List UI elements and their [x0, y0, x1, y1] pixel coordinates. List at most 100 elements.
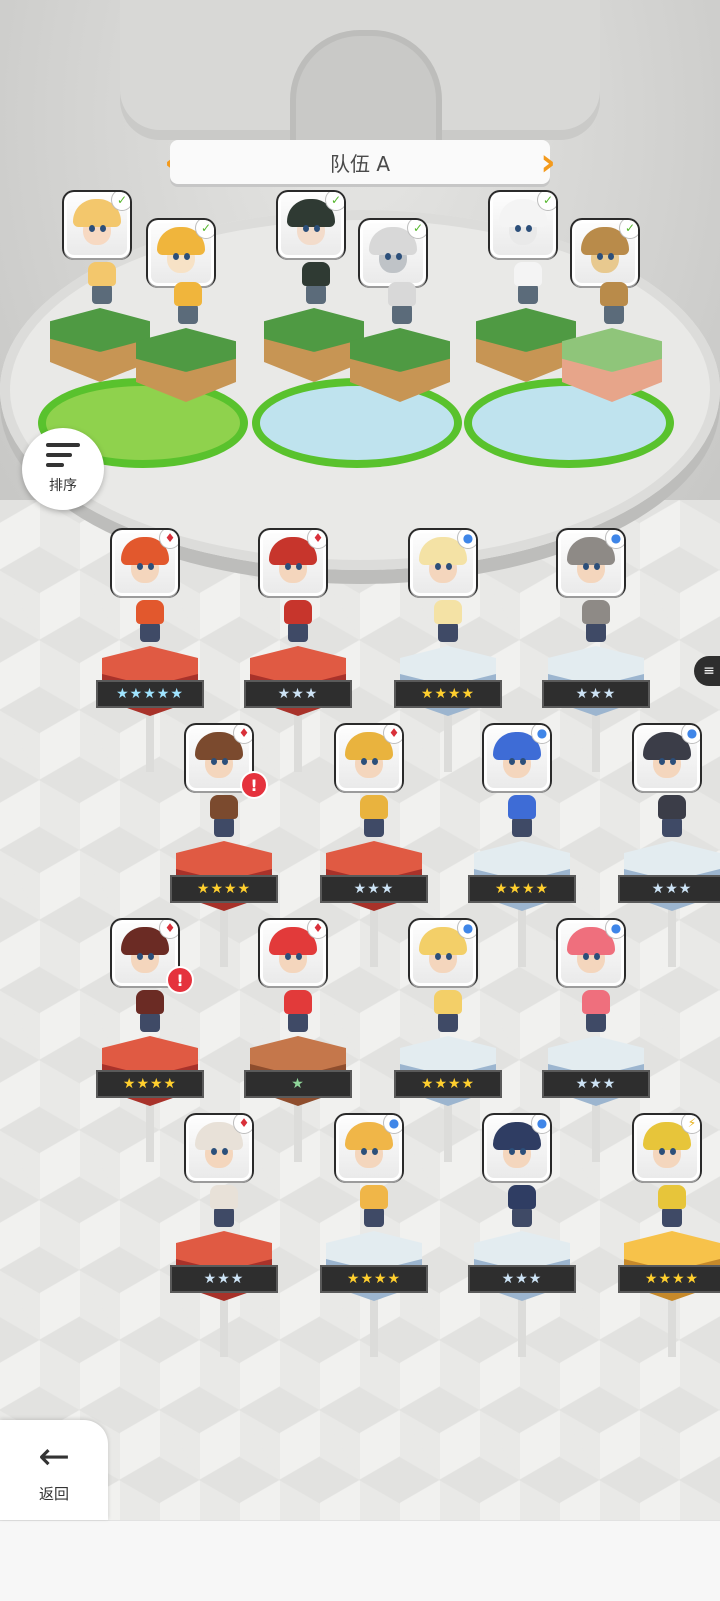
roster-witch-portrait[interactable]: ♦	[112, 530, 178, 596]
sprite-head	[284, 600, 312, 624]
eye	[520, 1148, 526, 1155]
unit-sprite	[652, 795, 692, 843]
water-element-icon: ●	[532, 725, 550, 743]
sprite-body	[140, 1012, 160, 1032]
grass-block	[562, 282, 662, 402]
grass-block	[136, 282, 236, 402]
pedestal-pole	[668, 907, 676, 967]
pedestal-pole	[220, 907, 228, 967]
roster-golden-dragon-portrait[interactable]: ⚡	[634, 1115, 700, 1181]
eye	[222, 758, 228, 765]
roster-bearded-warrior-portrait[interactable]: ●	[484, 1115, 550, 1181]
eye	[314, 225, 320, 232]
roster-red-slime-portrait[interactable]: ♦	[260, 920, 326, 986]
sprite-head	[600, 282, 628, 306]
unit-sprite	[354, 1185, 394, 1233]
unit-sprite	[652, 1185, 692, 1233]
grass-block	[476, 262, 576, 382]
grass-element-icon: ✓	[112, 192, 130, 210]
stack-icon[interactable]: ≡	[694, 656, 720, 686]
star-rating: ★★★★	[96, 1070, 204, 1098]
eye	[659, 1148, 665, 1155]
eye	[659, 758, 665, 765]
star-rating: ★	[244, 1070, 352, 1098]
water-element-icon: ●	[458, 920, 476, 938]
star-rating: ★★★★	[170, 875, 278, 903]
pedestal-pole	[518, 1297, 526, 1357]
sprite-body	[518, 284, 538, 304]
water-element-icon: ●	[606, 530, 624, 548]
roster-red-hair-hero-portrait[interactable]: ♦	[260, 530, 326, 596]
eye	[285, 563, 291, 570]
pedestal-pole	[370, 907, 378, 967]
sprite-head	[210, 795, 238, 819]
sprite-body	[604, 304, 624, 324]
team-member-3-portrait[interactable]: ✓	[278, 192, 344, 258]
eye	[137, 563, 143, 570]
roster-blonde-princess-portrait[interactable]: ●	[410, 530, 476, 596]
fire-element-icon: ♦	[308, 920, 326, 938]
sprite-head	[136, 990, 164, 1014]
eye	[594, 563, 600, 570]
grass-element-icon: ✓	[196, 220, 214, 238]
eye	[594, 953, 600, 960]
pedestal-pole	[444, 1102, 452, 1162]
team-member-2-portrait[interactable]: ✓	[148, 220, 214, 286]
chevron-right-icon[interactable]: ›	[536, 138, 560, 186]
eye	[526, 225, 532, 232]
unit-sprite	[502, 1185, 542, 1233]
roster-dark-beast-portrait[interactable]: ●	[634, 725, 700, 791]
team-member-1-portrait[interactable]: ✓	[64, 192, 130, 258]
sprite-body	[178, 304, 198, 324]
pedestal-pole	[444, 712, 452, 772]
eye	[285, 953, 291, 960]
sort-button[interactable]: 排序	[22, 428, 104, 510]
roster-blue-elf-portrait[interactable]: ●	[484, 725, 550, 791]
team-slot-3[interactable]	[464, 262, 674, 468]
unit-sprite	[204, 795, 244, 843]
sprite-head	[434, 990, 462, 1014]
sprite-head	[174, 282, 202, 306]
eye	[515, 225, 521, 232]
team-sprite	[594, 282, 630, 328]
sprite-head	[284, 990, 312, 1014]
roster-hooded-rogue-portrait[interactable]: ♦	[186, 1115, 252, 1181]
sprite-head	[658, 1185, 686, 1209]
team-sprite	[508, 262, 544, 308]
sprite-body	[306, 284, 326, 304]
eye	[296, 563, 302, 570]
team-member-4-portrait[interactable]: ✓	[360, 220, 426, 286]
unit-sprite	[428, 600, 468, 648]
star-rating: ★★★	[170, 1265, 278, 1293]
sprite-head	[388, 282, 416, 306]
grass-block	[264, 262, 364, 382]
roster-blonde-maiden-portrait[interactable]: ●	[410, 920, 476, 986]
star-rating: ★★★★	[618, 1265, 720, 1293]
unit-sprite	[354, 795, 394, 843]
team-member-6-portrait[interactable]: ✓	[572, 220, 638, 286]
sprite-head	[136, 600, 164, 624]
back-button[interactable]: ← 返回	[0, 1420, 108, 1520]
sprite-body	[512, 817, 532, 837]
fire-element-icon: ♦	[308, 530, 326, 548]
pedestal-pole	[294, 712, 302, 772]
roster-grey-wolf-portrait[interactable]: ●	[558, 530, 624, 596]
water-element-icon: ●	[532, 1115, 550, 1133]
sprite-head	[582, 600, 610, 624]
roster-blonde-boy-portrait[interactable]: ●	[336, 1115, 402, 1181]
roster-pink-hair-girl-portrait[interactable]: ●	[558, 920, 624, 986]
bottom-bar	[0, 1520, 720, 1601]
eye	[361, 758, 367, 765]
team-sprite	[168, 282, 204, 328]
team-member-5-portrait[interactable]: ✓	[490, 192, 556, 258]
star-rating: ★★★★	[394, 1070, 502, 1098]
eye	[385, 253, 391, 260]
fire-element-icon: ♦	[234, 1115, 252, 1133]
sprite-head	[508, 1185, 536, 1209]
team-slot-2[interactable]	[252, 262, 462, 468]
sort-label: 排序	[49, 478, 77, 494]
eye	[372, 758, 378, 765]
roster-blonde-knight-portrait[interactable]: ♦	[336, 725, 402, 791]
eye	[89, 225, 95, 232]
eye	[211, 1148, 217, 1155]
